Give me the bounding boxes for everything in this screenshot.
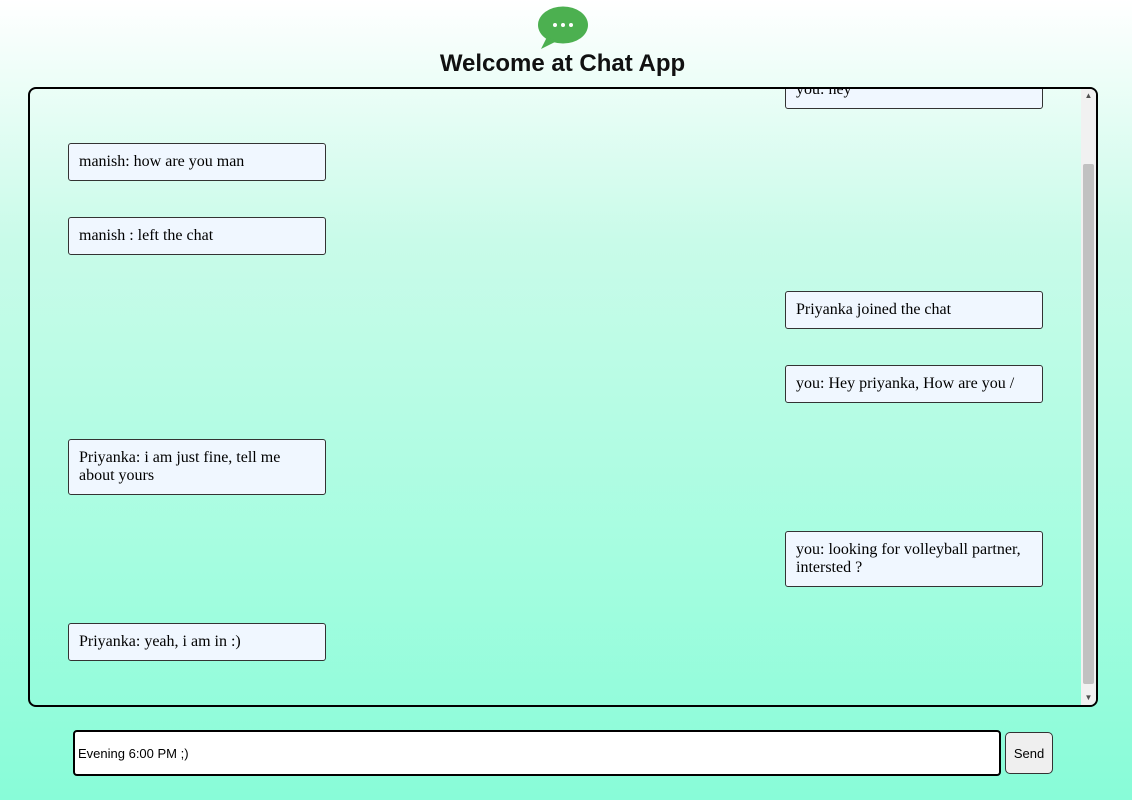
scroll-up-arrow-icon[interactable]: ▲ <box>1081 89 1096 103</box>
message-bubble: you: hey <box>785 89 1043 109</box>
scrollbar-thumb[interactable] <box>1083 164 1094 684</box>
message-bubble: you: looking for volleyball partner, int… <box>785 531 1043 587</box>
scrollbar[interactable]: ▲ ▼ <box>1081 89 1096 705</box>
chat-bubble-icon <box>537 6 589 50</box>
message-bubble: you: Hey priyanka, How are you / <box>785 365 1043 403</box>
page-title: Welcome at Chat App <box>439 50 686 77</box>
scroll-down-arrow-icon[interactable]: ▼ <box>1081 691 1096 705</box>
message-bubble: Priyanka joined the chat <box>785 291 1043 329</box>
message-input[interactable] <box>73 730 1001 776</box>
message-bubble: Priyanka: i am just fine, tell me about … <box>68 439 326 495</box>
send-button[interactable]: Send <box>1005 732 1053 774</box>
message-bubble: Priyanka: yeah, i am in :) <box>68 623 326 661</box>
message-bubble: manish: how are you man <box>68 143 326 181</box>
message-bubble: manish : left the chat <box>68 217 326 255</box>
chat-messages-container[interactable]: you: hey manish: how are you man manish … <box>28 87 1098 707</box>
